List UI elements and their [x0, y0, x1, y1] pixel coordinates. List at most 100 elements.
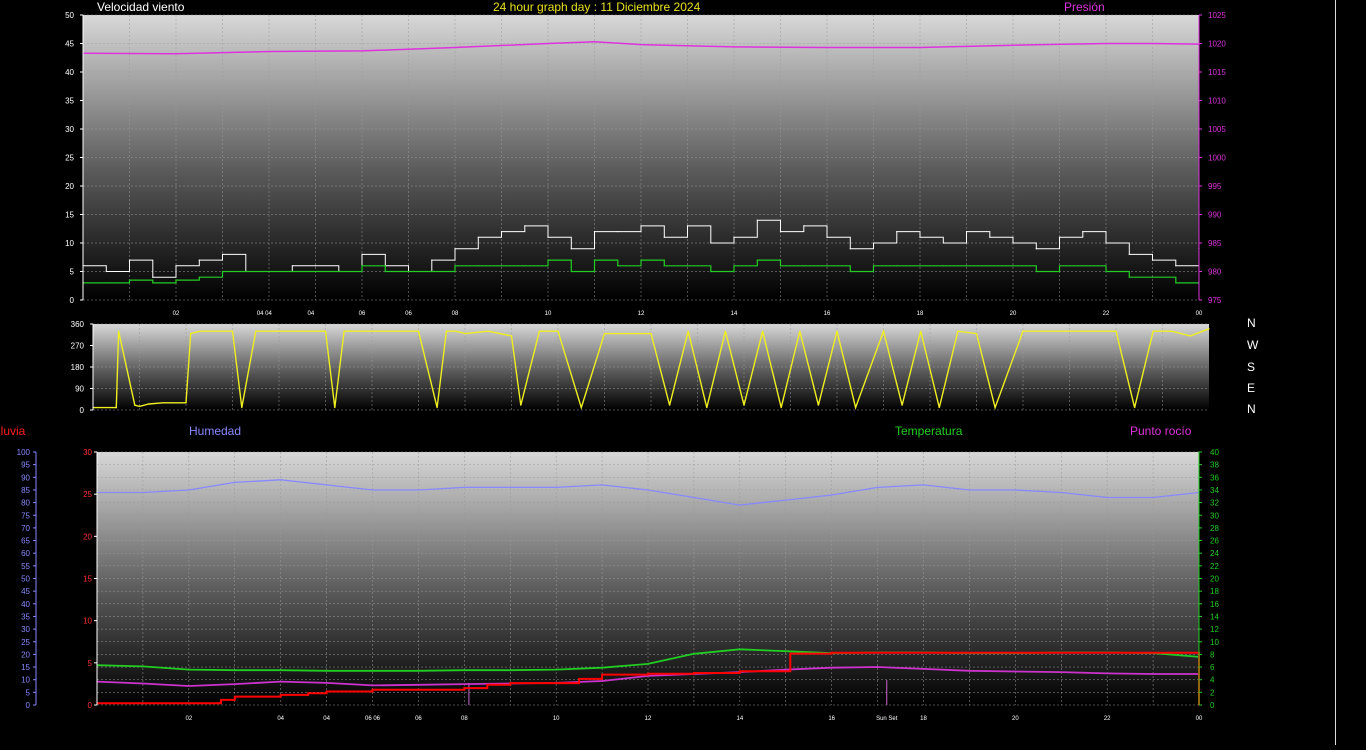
wind-average-line-point	[547, 259, 549, 261]
compass-s: S	[1247, 360, 1256, 374]
wind-gust-line-point	[896, 231, 898, 233]
dewpoint-line-point	[234, 683, 236, 685]
pressure-line-point	[1012, 44, 1014, 46]
wind-x-tick-label: 00	[1196, 311, 1203, 317]
pressure-tick-label: 1000	[1208, 154, 1226, 163]
wind-direction-line-point	[510, 335, 513, 337]
wind-direction-line-point	[118, 330, 120, 332]
wind-direction-line-point	[241, 407, 243, 409]
temperature-tick-label: 28	[1210, 524, 1219, 533]
pressure-line-point	[268, 50, 270, 53]
temperature-tick-label: 8	[1210, 650, 1215, 659]
dewpoint-line-point	[280, 681, 282, 683]
wind-direction-line-point	[343, 330, 345, 332]
wind-average-line-point	[175, 279, 177, 281]
wind-gust-line-point	[1175, 265, 1177, 267]
rain-tick-label: 25	[83, 490, 92, 499]
wind-direction-line-point	[687, 330, 689, 332]
weather-graph: 0 5 10 15 20 25 30 35 40 45 50 975 980 985 990 995 1000 1…	[0, 0, 1366, 745]
dewpoint-line-point	[142, 682, 144, 685]
wind-average-line-point	[128, 279, 131, 281]
wind-average-line-point	[1105, 270, 1107, 273]
temperature-line-point	[693, 653, 695, 655]
wind-average-line-point	[942, 265, 944, 267]
climate-x-tick-label: 06	[415, 716, 422, 722]
humidity-line-point	[647, 489, 649, 491]
rain-line-point	[789, 653, 791, 655]
humidity-line-point	[509, 486, 511, 488]
wind-direction-line-point	[464, 333, 466, 335]
climate-x-tick-label: Sun Set	[876, 716, 898, 722]
wind-average-line-point	[338, 270, 340, 273]
wind-average-line-point	[803, 265, 805, 267]
temperature-tick-label: 2	[1210, 688, 1215, 697]
wind-gust-line-point	[524, 225, 526, 227]
wind-average-line-point	[384, 270, 386, 273]
wind-direction-line-point	[743, 404, 745, 406]
wind-gust-line-point	[152, 276, 154, 278]
wind-direction-line-point	[836, 330, 838, 332]
wind-speed-tick-label: 15	[65, 211, 74, 220]
wind-average-line-point	[291, 270, 293, 273]
humidity-line-point	[968, 489, 971, 491]
climate-x-tick-label: 00	[1196, 716, 1203, 722]
wind-gust-line-point	[175, 265, 177, 267]
humidity-line-point	[601, 484, 603, 486]
wind-average-line-point	[221, 270, 224, 273]
pressure-line-point	[1151, 42, 1154, 45]
wind-average-line-point	[663, 265, 665, 267]
wind-gust-line-point	[547, 236, 549, 238]
pressure-label: Presión	[1064, 0, 1105, 14]
temperature-tick-label: 0	[1210, 701, 1215, 710]
climate-x-tick-label: 22	[1104, 716, 1111, 722]
wind-direction-line-point	[938, 407, 940, 409]
pressure-line-point	[175, 53, 177, 55]
humidity-line-point	[693, 496, 695, 499]
humidity-line-point	[739, 504, 741, 506]
rain-line-point	[1014, 652, 1016, 654]
wind-gust-line-point	[1105, 242, 1107, 244]
wind-x-tick-label: 14	[731, 311, 738, 317]
wind-direction-line-point	[538, 330, 541, 332]
climate-x-tick-label: 16	[828, 716, 835, 722]
wind-gust-line-point	[803, 225, 805, 227]
humidity-tick-label: 5	[26, 688, 31, 697]
rain-line-point	[785, 670, 787, 672]
wind-average-line-point	[1035, 270, 1037, 273]
wind-speed-tick-label: 50	[65, 11, 74, 20]
pressure-tick-label: 985	[1208, 239, 1222, 248]
wind-direction-line-point	[445, 330, 447, 332]
humidity-tick-label: 85	[21, 486, 30, 495]
wind-average-line-point	[570, 270, 572, 273]
wind-average-line-point	[1012, 265, 1014, 267]
wind-panel-title: Velocidad viento	[97, 0, 185, 14]
humidity-tick-label: 75	[21, 511, 30, 520]
climate-x-tick-label: 04	[323, 716, 330, 722]
humidity-tick-label: 45	[21, 587, 30, 596]
rain-line-point	[142, 702, 144, 704]
humidity-tick-label: 30	[21, 625, 30, 634]
wind-x-tick-label: 02	[173, 311, 180, 317]
rain-line-point	[693, 672, 695, 674]
humidity-line-point	[371, 489, 374, 491]
wind-direction-line-point	[994, 407, 996, 409]
wind-direction-line-point	[580, 407, 582, 409]
wind-speed-tick-label: 0	[70, 296, 75, 305]
wind-average-line-point	[1082, 265, 1084, 267]
rain-line-point	[220, 699, 222, 701]
wind-gust-line-point	[756, 219, 758, 221]
rain-line-point	[601, 674, 603, 676]
rain-line-point	[739, 670, 741, 672]
rain-line-point	[234, 696, 236, 698]
wind-direction-line-point	[1208, 328, 1210, 330]
wind-gust-line-point	[663, 236, 665, 238]
temperature-line-point	[280, 669, 282, 671]
wind-average-line-point	[919, 265, 921, 267]
temperature-tick-label: 12	[1210, 625, 1219, 634]
wind-gust-line-point	[965, 231, 968, 233]
rain-tick-label: 5	[88, 659, 93, 668]
humidity-tick-label: 15	[21, 663, 30, 672]
climate-x-tick-label: 14	[736, 716, 743, 722]
temperature-tick-label: 36	[1210, 473, 1219, 482]
wind-gust-line-point	[291, 265, 293, 267]
